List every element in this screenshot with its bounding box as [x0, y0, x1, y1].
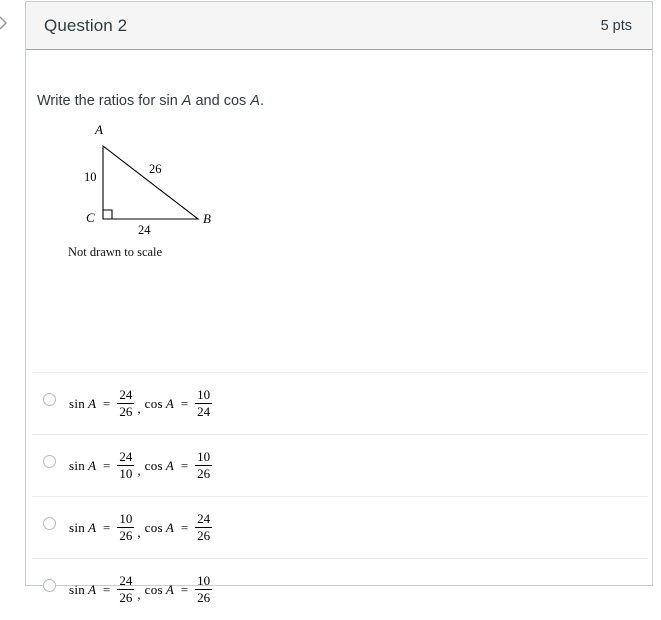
denominator-cos-1: 24	[197, 404, 211, 419]
numerator-sin-3: 10	[119, 511, 133, 527]
prompt-part-3: .	[259, 93, 264, 109]
label-vertex-a: A	[95, 122, 103, 137]
sin-variable-4: A	[88, 581, 97, 597]
numerator-cos-1: 10	[197, 387, 211, 403]
label-vertex-b: B	[203, 211, 211, 226]
denominator-sin-2: 10	[119, 466, 133, 481]
sin-variable-2: A	[88, 457, 97, 473]
separator-comma-3: ,	[137, 524, 141, 540]
equals-sign-1b: =	[180, 395, 189, 411]
numerator-sin-2: 24	[119, 449, 133, 465]
sin-variable-1: A	[88, 395, 97, 411]
label-leg-ac: 10	[84, 170, 97, 184]
question-card: Question 2 5 pts Write the ratios for si…	[25, 1, 653, 604]
numerator-sin-4: 24	[119, 573, 133, 589]
numerator-cos-4: 10	[197, 573, 211, 589]
answer-expression-1: sin A = 24 26 , cos A = 10 24	[69, 387, 213, 419]
radio-button-option-4[interactable]	[43, 579, 56, 592]
equals-sign-4b: =	[180, 581, 189, 597]
fraction-cos-2: 10 26	[195, 449, 213, 481]
denominator-sin-3: 26	[119, 528, 133, 543]
numerator-cos-3: 24	[197, 511, 211, 527]
answer-option-3[interactable]: sin A = 10 26 , cos A = 24 26	[32, 496, 648, 558]
cos-label-4: cos	[144, 581, 163, 597]
question-title: Question 2	[44, 15, 128, 35]
separator-comma-2: ,	[137, 462, 141, 478]
sin-label-3: sin	[69, 519, 86, 535]
question-header: Question 2 5 pts	[26, 2, 652, 50]
fraction-sin-4: 24 26	[117, 573, 135, 605]
question-prompt: Write the ratios for sin A and cos A.	[37, 93, 264, 109]
numerator-sin-1: 24	[119, 387, 133, 403]
prompt-variable-a2: A	[250, 93, 260, 109]
fraction-cos-4: 10 26	[195, 573, 213, 605]
answer-expression-4: sin A = 24 26 , cos A = 10 26	[69, 573, 213, 605]
cos-variable-4: A	[165, 581, 174, 597]
fraction-cos-1: 10 24	[195, 387, 213, 419]
cos-variable-2: A	[165, 457, 174, 473]
sin-label-4: sin	[69, 581, 86, 597]
answer-option-4[interactable]: sin A = 24 26 , cos A = 10 26	[32, 558, 648, 620]
denominator-sin-4: 26	[119, 590, 133, 605]
right-triangle-figure: A 10 26 C B 24 Not drawn to scale	[37, 122, 267, 262]
sin-label-1: sin	[69, 395, 86, 411]
answer-expression-3: sin A = 10 26 , cos A = 24 26	[69, 511, 213, 543]
sin-label-2: sin	[69, 457, 86, 473]
prompt-part-1: Write the ratios for sin	[37, 93, 182, 109]
answer-options-list: sin A = 24 26 , cos A = 10 24 sin A = 24…	[32, 372, 648, 620]
fraction-sin-3: 10 26	[117, 511, 135, 543]
cos-variable-1: A	[165, 395, 174, 411]
numerator-cos-2: 10	[197, 449, 211, 465]
prompt-part-2: and cos	[191, 93, 251, 109]
cos-label-3: cos	[144, 519, 163, 535]
sin-variable-3: A	[88, 519, 97, 535]
fraction-cos-3: 24 26	[195, 511, 213, 543]
chevron-right-icon[interactable]	[0, 15, 11, 31]
answer-option-2[interactable]: sin A = 24 10 , cos A = 10 26	[32, 434, 648, 496]
radio-button-option-3[interactable]	[43, 517, 56, 530]
label-hypotenuse-ab: 26	[149, 162, 162, 176]
radio-button-option-1[interactable]	[43, 393, 56, 406]
answer-option-1[interactable]: sin A = 24 26 , cos A = 10 24	[32, 372, 648, 434]
answer-expression-2: sin A = 24 10 , cos A = 10 26	[69, 449, 213, 481]
cos-label-1: cos	[144, 395, 163, 411]
equals-sign-4a: =	[103, 581, 111, 597]
equals-sign-2a: =	[103, 457, 111, 473]
radio-button-option-2[interactable]	[43, 455, 56, 468]
denominator-cos-4: 26	[197, 590, 211, 605]
equals-sign-1a: =	[103, 395, 111, 411]
label-leg-cb: 24	[138, 223, 151, 237]
question-body: Write the ratios for sin A and cos A. A …	[26, 50, 652, 604]
cos-variable-3: A	[165, 519, 174, 535]
separator-comma-1: ,	[137, 400, 141, 416]
denominator-cos-2: 26	[197, 466, 211, 481]
equals-sign-3a: =	[103, 519, 111, 535]
denominator-sin-1: 26	[119, 404, 133, 419]
separator-comma-4: ,	[137, 586, 141, 602]
denominator-cos-3: 26	[197, 528, 211, 543]
triangle-svg	[102, 144, 200, 220]
question-points: 5 pts	[600, 17, 632, 34]
fraction-sin-1: 24 26	[117, 387, 135, 419]
fraction-sin-2: 24 10	[117, 449, 135, 481]
cos-label-2: cos	[144, 457, 163, 473]
equals-sign-3b: =	[180, 519, 189, 535]
label-vertex-c: C	[86, 210, 95, 225]
equals-sign-2b: =	[180, 457, 189, 473]
prompt-variable-a1: A	[181, 93, 192, 109]
figure-caption: Not drawn to scale	[68, 245, 163, 259]
